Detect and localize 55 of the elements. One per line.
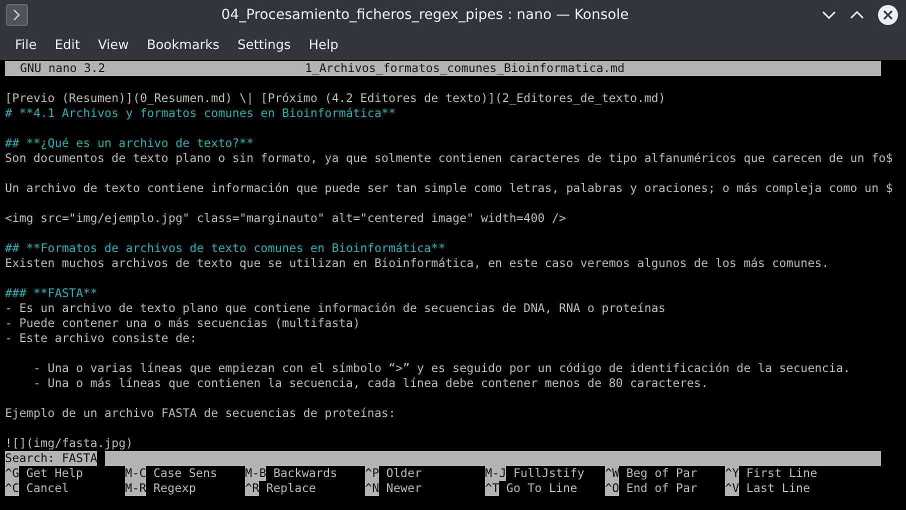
shortcut-label: Backwards (273, 466, 338, 481)
shortcut-label: Beg of Par (626, 466, 698, 481)
terminal-icon (6, 4, 28, 26)
menu-item[interactable]: Settings (228, 38, 300, 52)
shortcut-label: Case Sens (153, 466, 218, 481)
shortcut-label: Newer (386, 481, 422, 496)
shortcut-key: ^Y (725, 466, 740, 481)
file-name: 1_Archivos_formatos_comunes_Bioinformatica.md (305, 61, 625, 76)
text-line: - Es un archivo de texto plano que contiene información de secuencias de DNA, RNA o proteínas (5, 301, 666, 315)
shortcut-label: First Line (746, 466, 818, 481)
text-line: - Puede contener una o más secuencias (multifasta) (5, 316, 360, 330)
text-line: ![](img/fasta.jpg) (5, 436, 133, 450)
search-field[interactable]: Search: FASTA (5, 451, 881, 466)
shortcut-label: End of Par (626, 481, 698, 496)
maximize-icon[interactable] (850, 11, 864, 19)
shortcut-key: ^N (365, 481, 380, 496)
text-line: - Este archivo consiste de: (5, 331, 197, 345)
shortcut-label: Get Help (26, 466, 84, 481)
shortcut-label: FullJstify (513, 466, 584, 481)
markdown-heading: # **4.1 Archivos y formatos comunes en Bioinformática** (5, 106, 396, 120)
shortcut-key: ^V (725, 481, 740, 496)
shortcut-key: ^G (5, 466, 20, 481)
menu-item[interactable]: Edit (46, 38, 89, 52)
shortcut-key: ^O (605, 481, 620, 496)
shortcut-label: Replace (266, 481, 316, 496)
shortcut-key: ^P (365, 466, 380, 481)
text-line: Son documentos de texto plano o sin formato, ya que solmente contienen caracteres de tipo alfanuméricos que carecen de un fo$ (5, 151, 893, 165)
text-line: <img src="img/ejemplo.jpg" class="marginauto" alt="centered image" width=400 /> (5, 211, 566, 225)
shortcut-key: M-C (125, 466, 146, 481)
shortcut-label: Older (386, 466, 422, 481)
markdown-heading: ## **¿Qué es un archivo de texto?** (5, 136, 254, 150)
menu-item[interactable]: Help (300, 38, 348, 52)
shortcut-label: Cancel (26, 481, 69, 496)
markdown-heading: ### **FASTA** (5, 286, 98, 300)
shortcut-key: ^C (5, 481, 20, 496)
markdown-heading: ## **Formatos de archivos de texto comunes en Bioinformática** (5, 241, 446, 255)
shortcut-key: M-J (485, 466, 506, 481)
shortcut-label: Last Line (746, 481, 810, 496)
text-line: - Una o más líneas que contienen la secuencia, cada línea debe contener menos de 80 caracteres. (32, 376, 708, 390)
nano-version: GNU nano 3.2 (19, 61, 106, 76)
minimize-icon[interactable] (822, 11, 836, 19)
shortcut-key: ^T (485, 481, 500, 496)
menu-item[interactable]: File (6, 38, 46, 52)
text-line: Ejemplo de un archivo FASTA de secuencias de proteínas: (5, 406, 396, 420)
shortcut-key: M-B (245, 466, 266, 481)
text-line: [Previo (Resumen)](0_Resumen.md) \| [Próximo (4.2 Editores de texto)](2_Editores_de_texto.md) (5, 91, 666, 105)
shortcut-label: Regexp (153, 481, 196, 496)
close-icon[interactable] (878, 5, 898, 25)
text-line: Existen muchos archivos de texto que se utilizan en Bioinformática, en este caso veremos algunos de los más comunes. (5, 256, 829, 270)
text-line: Un archivo de texto contiene información que puede ser tan simple como letras, palabras y oraciones; o más compleja como un $ (5, 181, 893, 195)
window-title: 04_Procesamiento_ficheros_regex_pipes : nano — Konsole (220, 7, 630, 23)
text-line: - Una o varias líneas que empiezan con el símbolo “>” y es seguido por un código de identificación de la secuencia. (32, 361, 850, 375)
menu-item[interactable]: View (88, 38, 138, 52)
menu-item[interactable]: Bookmarks (138, 38, 228, 52)
shortcut-label: Go To Line (506, 481, 578, 496)
